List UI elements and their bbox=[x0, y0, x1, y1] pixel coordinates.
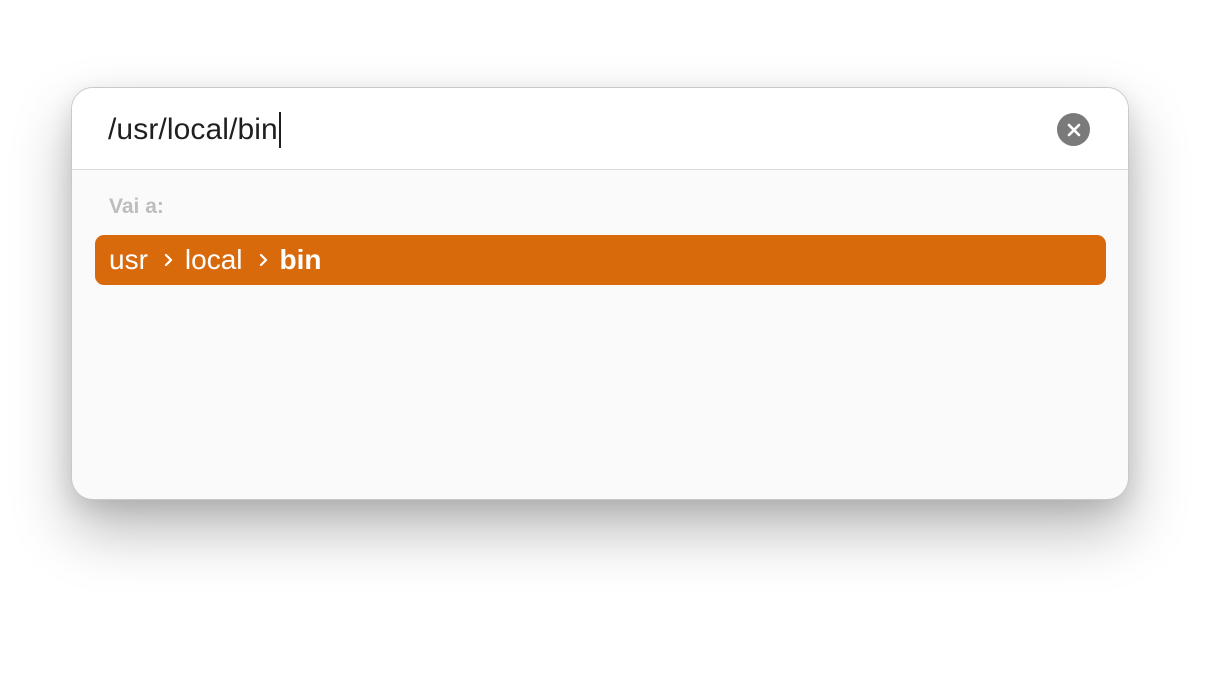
chevron-right-icon bbox=[259, 253, 268, 267]
chevron-right-icon bbox=[164, 253, 173, 267]
path-input-row: /usr/local/bin bbox=[72, 88, 1128, 170]
stage: /usr/local/bin Vai a: usr local bin bbox=[0, 0, 1216, 675]
text-caret bbox=[278, 112, 281, 148]
go-to-folder-panel: /usr/local/bin Vai a: usr local bin bbox=[71, 87, 1129, 500]
clear-button[interactable] bbox=[1057, 113, 1090, 146]
go-to-section-label: Vai a: bbox=[109, 195, 164, 218]
path-input[interactable]: /usr/local/bin bbox=[108, 110, 281, 150]
path-input-text: /usr/local/bin bbox=[108, 113, 278, 146]
breadcrumb-usr: usr bbox=[109, 244, 148, 275]
clear-circle-x-icon bbox=[1067, 123, 1081, 137]
breadcrumb-local: local bbox=[184, 244, 243, 275]
breadcrumb-bin: bin bbox=[279, 244, 322, 275]
result-row-selected[interactable]: usr local bin bbox=[95, 235, 1106, 285]
